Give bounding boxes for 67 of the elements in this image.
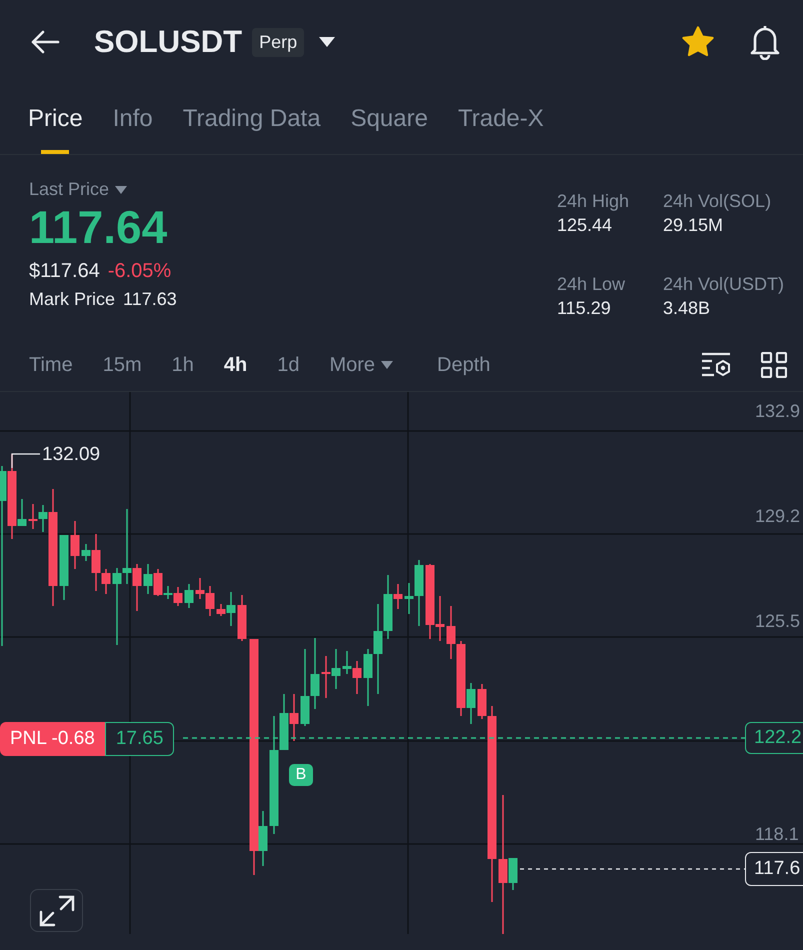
- candlestick: [196, 578, 204, 599]
- candlestick: [70, 521, 80, 569]
- notification-button[interactable]: [749, 24, 781, 60]
- layout-grid-button[interactable]: [761, 352, 787, 378]
- stat-label: 24h Vol(SOL): [663, 191, 772, 212]
- candlestick: [184, 584, 194, 608]
- contract-type-label: Perp: [252, 28, 304, 56]
- stat-value: 3.48B: [663, 298, 712, 319]
- interval-tab[interactable]: 1d: [277, 354, 300, 376]
- tab[interactable]: Square: [350, 84, 428, 154]
- position-size-label: 17.65: [104, 722, 174, 756]
- last-price-tag: 117.6: [745, 852, 803, 886]
- bell-icon: [749, 24, 781, 60]
- caret-icon: [115, 186, 128, 194]
- tab[interactable]: Info: [112, 84, 153, 154]
- back-arrow-icon: [30, 30, 60, 54]
- indicator-settings-button[interactable]: [701, 352, 731, 378]
- candlestick: [206, 586, 214, 616]
- back-button[interactable]: [30, 30, 60, 54]
- interval-tab[interactable]: Time: [29, 354, 73, 376]
- favorite-star-button[interactable]: [681, 26, 715, 58]
- stat-value: 125.44: [557, 215, 614, 236]
- leader-line: [11, 453, 40, 468]
- candlestick: [446, 606, 456, 659]
- symbol-dropdown-button[interactable]: [318, 36, 336, 48]
- candlestick: [238, 595, 246, 641]
- symbol-title: SOLUSDT: [94, 24, 242, 60]
- interval-tab[interactable]: More: [329, 354, 394, 376]
- candlestick: [310, 638, 320, 709]
- interval-tab[interactable]: 15m: [102, 354, 142, 376]
- high-price-label: 132.09: [42, 444, 100, 466]
- stat-label: 24h Low: [557, 274, 626, 295]
- last-price-dropdown[interactable]: Last Price: [29, 179, 177, 200]
- candlestick: [290, 694, 298, 741]
- expand-icon: [38, 894, 76, 928]
- interval-tab[interactable]: 1h: [172, 354, 194, 376]
- entry-price-tag: 122.2: [745, 722, 803, 754]
- grid-icon: [761, 352, 787, 378]
- mark-price-label: Mark Price: [29, 289, 116, 310]
- caret-icon: [318, 36, 336, 48]
- sliders-icon: [701, 352, 731, 378]
- price-axis-label: 132.9: [755, 401, 800, 422]
- candlestick: [60, 535, 68, 600]
- stat-label: 24h Vol(USDT): [663, 274, 786, 295]
- interval-tab[interactable]: 4h: [224, 354, 248, 376]
- candlestick: [144, 564, 152, 594]
- tab[interactable]: Trade-X: [458, 84, 544, 154]
- candlestick: [28, 504, 38, 529]
- last-price-value: 117.64: [29, 200, 168, 254]
- price-change: -6.05%: [108, 260, 172, 283]
- mark-price-value: 117.63: [123, 289, 177, 310]
- caret-icon: [381, 361, 394, 369]
- pnl-label: PNL -0.68: [0, 722, 105, 756]
- tab[interactable]: Price: [28, 84, 83, 154]
- price-axis-label: 118.1: [755, 824, 799, 845]
- stat-value: 115.29: [557, 298, 612, 319]
- price-axis-label: 129.2: [755, 506, 800, 527]
- tab[interactable]: Trading Data: [182, 84, 321, 154]
- candlestick: [322, 656, 330, 698]
- interval-tab[interactable]: Depth: [437, 354, 490, 376]
- stat-value: 29.15M: [663, 215, 724, 236]
- candlestick: [332, 649, 340, 689]
- buy-marker: B: [289, 764, 313, 786]
- stat-label: 24h High: [557, 191, 630, 212]
- fullscreen-button[interactable]: [30, 889, 83, 932]
- usd-price: $117.64: [29, 260, 100, 283]
- price-axis-label: 125.5: [755, 611, 800, 632]
